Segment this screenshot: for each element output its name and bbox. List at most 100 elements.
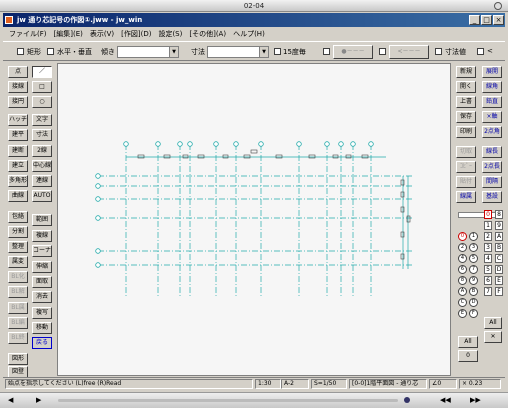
tool-bl-edit[interactable]: BL編 [8,317,28,329]
tool-tangent[interactable]: 接線 [8,81,28,93]
rect-checkbox[interactable] [17,48,24,55]
tool-envelope[interactable]: 包絡 [8,211,28,223]
tool-2pt-angle[interactable]: 2点角 [482,126,502,138]
status-s-scale[interactable]: S=1/50 [311,379,347,389]
tool-auto[interactable]: AUTO [32,190,52,202]
maximize-button[interactable]: □ [481,15,492,25]
tool-undo[interactable]: 戻る [32,337,52,349]
layer-group-f[interactable]: F [495,287,503,296]
tool-circle[interactable]: ○ [32,96,52,108]
layer-c[interactable]: C [458,298,467,307]
layer-f[interactable]: F [469,309,478,318]
tool-print[interactable]: 印刷 [456,126,476,138]
play-icon[interactable]: ▶ [36,396,41,404]
tool-elevation[interactable]: 建立 [8,160,28,172]
layer-group-e[interactable]: E [495,276,503,285]
tool-offset[interactable]: 複線 [32,230,52,242]
tool-bl-make[interactable]: BL化 [8,271,28,283]
menu-other[interactable]: [その他](A) [189,28,226,40]
tool-bl-release[interactable]: BL解 [8,286,28,298]
layer-group-0[interactable]: 0 [484,210,492,219]
layer-4[interactable]: 4 [458,254,467,263]
tool-centerline[interactable]: 中心線 [32,160,52,172]
layer-group-b[interactable]: B [495,243,503,252]
menu-file[interactable]: ファイル(F) [9,28,47,40]
scale15-checkbox[interactable] [274,48,281,55]
tool-line-angle[interactable]: 線角 [482,81,502,93]
tool-plan[interactable]: 建平 [8,129,28,141]
layer-3[interactable]: 3 [469,243,478,252]
tool-copy[interactable]: 複写 [32,307,52,319]
layer-group-2[interactable]: 2 [484,232,492,241]
tool-new[interactable]: 新規 [456,66,476,78]
tool-overwrite[interactable]: 上書 [456,96,476,108]
status-angle[interactable]: ∠0 [429,379,457,389]
layer-6[interactable]: 6 [458,265,467,274]
progress-track[interactable] [58,399,398,402]
layer-1[interactable]: 1 [469,232,478,241]
layer-9[interactable]: 9 [469,276,478,285]
tool-point[interactable]: 点 [8,66,28,78]
tool-polygon[interactable]: 多角形 [8,175,28,187]
dim-value-checkbox[interactable] [435,48,442,55]
tool-rectangle[interactable]: □ [32,81,52,93]
tool-line-attr[interactable]: 線属 [456,191,476,203]
dim-dropdown[interactable]: ▼ [207,46,269,58]
layer-5[interactable]: 5 [469,254,478,263]
layer-group-d[interactable]: D [495,265,503,274]
tool-cleanup[interactable]: 整理 [8,241,28,253]
tool-2pt-length[interactable]: 2点長 [482,161,502,173]
layer-group-4[interactable]: 4 [484,254,492,263]
menu-settings[interactable]: 設定(S) [158,28,182,40]
layer-group-all-button[interactable]: All [484,317,502,329]
menu-draw[interactable]: [作図](D) [121,28,151,40]
layer-group-9[interactable]: 9 [495,221,503,230]
close-button[interactable]: × [493,15,504,25]
arrow-checkbox[interactable] [379,48,386,55]
minimize-button[interactable]: _ [469,15,480,25]
volume-knob[interactable] [404,397,410,403]
tool-open[interactable]: 開く [456,81,476,93]
tool-range[interactable]: 範囲 [32,214,52,226]
layer-2[interactable]: 2 [458,243,467,252]
tool-interval[interactable]: 間隔 [482,176,502,188]
menu-edit[interactable]: [編集](E) [54,28,83,40]
tool-figure[interactable]: 図形 [8,353,28,365]
close-icon[interactable]: ✕ [484,331,502,343]
tool-attr-change[interactable]: 属変 [8,256,28,268]
layer-group-c[interactable]: C [495,254,503,263]
tool-line-length[interactable]: 線長 [482,146,502,158]
layer-group-a[interactable]: A [495,232,503,241]
tool-base-set[interactable]: 基設 [482,191,502,203]
status-zoom[interactable]: × 0.23 [459,379,501,389]
tool-expand[interactable]: 展開 [482,66,502,78]
skip-back-icon[interactable]: ◀ [8,396,13,404]
drawing-canvas[interactable] [57,63,451,376]
tool-x-axis[interactable]: ×軸 [482,111,502,123]
tool-chamfer[interactable]: 面取 [32,276,52,288]
menu-view[interactable]: 表示(V) [90,28,114,40]
layer-0[interactable]: 0 [458,232,467,241]
tool-section[interactable]: 建断 [8,145,28,157]
tool-move[interactable]: 移動 [32,322,52,334]
tool-text[interactable]: 文字 [32,114,52,126]
tool-bl-end[interactable]: BL終 [8,332,28,344]
layer-group-8[interactable]: 8 [495,210,503,219]
tool-corner[interactable]: コーナー [32,245,52,257]
tool-cut[interactable]: 切取 [456,146,476,158]
layer-e[interactable]: E [458,309,467,318]
tool-vertical[interactable]: 鉛直 [482,96,502,108]
layer-group-7[interactable]: 7 [484,287,492,296]
tool-paste[interactable]: 貼付 [456,176,476,188]
tool-curve[interactable]: 曲線 [8,190,28,202]
layer-8[interactable]: 8 [458,276,467,285]
layer-group-6[interactable]: 6 [484,276,492,285]
layer-group-5[interactable]: 5 [484,265,492,274]
dot-style-button[interactable]: ●－－－ [333,45,373,59]
tool-bl-attr[interactable]: BL属 [8,302,28,314]
angle-dropdown[interactable]: ▼ [117,46,179,58]
tool-save[interactable]: 保存 [456,111,476,123]
layer-a[interactable]: A [458,287,467,296]
layer-7[interactable]: 7 [469,265,478,274]
tool-stretch[interactable]: 伸縮 [32,261,52,273]
